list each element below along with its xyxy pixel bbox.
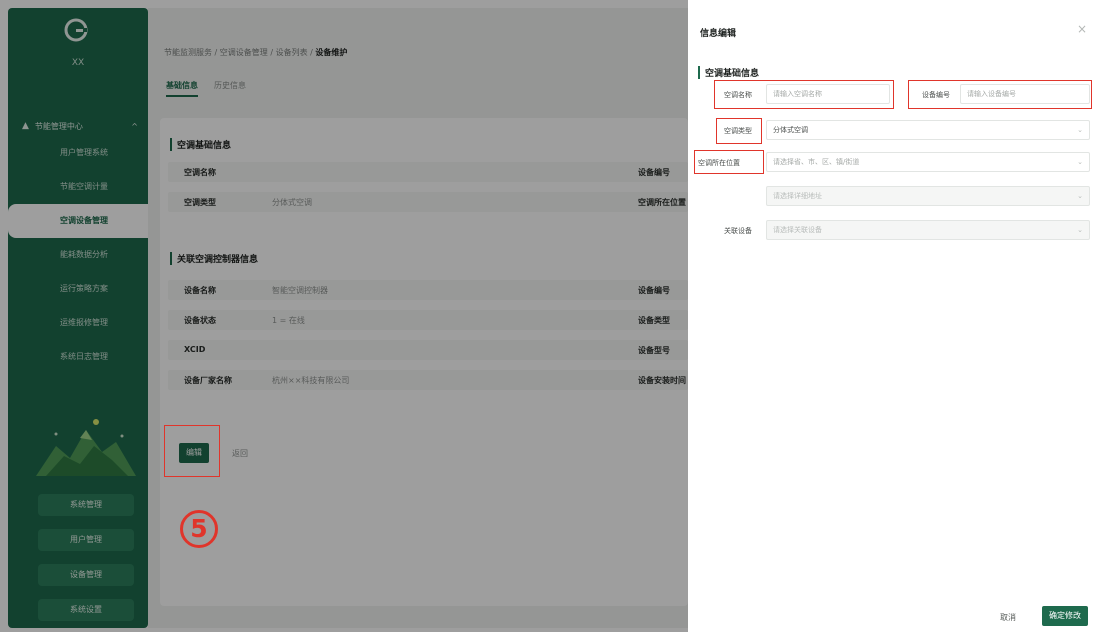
- location-detail-select[interactable]: 请选择详细地址 ⌄: [766, 186, 1090, 206]
- chevron-down-icon: ⌄: [1077, 158, 1083, 166]
- location-cascader[interactable]: 请选择省、市、区、镇/街道 ⌄: [766, 152, 1090, 172]
- drawer-section-title: 空调基础信息: [698, 66, 759, 79]
- close-icon[interactable]: ×: [1077, 22, 1087, 36]
- chevron-down-icon: ⌄: [1077, 192, 1083, 200]
- highlight-location-label: [694, 150, 764, 174]
- confirm-button[interactable]: 确定修改: [1042, 606, 1088, 626]
- chevron-down-icon: ⌄: [1077, 126, 1083, 134]
- highlight-edit-button: [164, 425, 220, 477]
- highlight-type-label: [716, 118, 762, 144]
- device-field-label: 关联设备: [724, 227, 752, 235]
- location-placeholder: 请选择省、市、区、镇/街道: [773, 158, 860, 166]
- highlight-number-field: [908, 80, 1092, 109]
- device-select[interactable]: 请选择关联设备 ⌄: [766, 220, 1090, 240]
- highlight-name-field: [714, 80, 894, 109]
- type-select[interactable]: 分体式空调 ⌄: [766, 120, 1090, 140]
- location-detail-placeholder: 请选择详细地址: [773, 192, 822, 200]
- modal-overlay[interactable]: [0, 0, 688, 632]
- device-placeholder: 请选择关联设备: [773, 226, 822, 234]
- app-window: XX ▲ 节能管理中心 ^ 用户管理系统 节能空调计量 空调设备管理 能耗数据分…: [0, 0, 1097, 632]
- drawer-title: 信息编辑: [700, 29, 737, 39]
- type-select-value: 分体式空调: [773, 126, 808, 134]
- chevron-down-icon: ⌄: [1077, 226, 1083, 234]
- edit-drawer: 信息编辑 × 空调基础信息 空调名称 请输入空调名称 设备编号 请输入设备编号 …: [688, 0, 1097, 632]
- cancel-button[interactable]: 取消: [1000, 612, 1016, 623]
- step-number-badge: 5: [180, 510, 218, 548]
